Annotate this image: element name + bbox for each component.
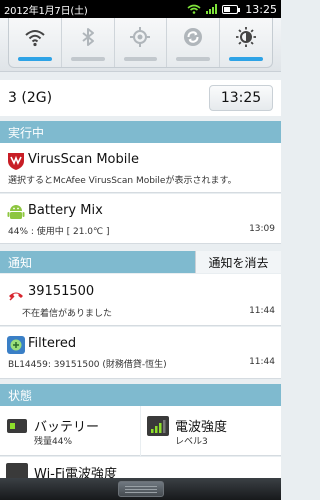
filtered-notification[interactable]: Filtered BL14459: 39151500 (財務借貸-恆生) 11:…	[0, 327, 281, 379]
brightness-toggle-indicator	[229, 57, 263, 61]
wifi-toggle-indicator	[18, 57, 52, 61]
battery-mix-description: 44% : 使用中 [ 21.0℃ ]	[8, 227, 110, 237]
network-row: 3 (2G) 13:25	[0, 80, 281, 116]
gps-toggle-indicator	[123, 57, 158, 61]
notification-panel-handle-bar	[0, 478, 281, 500]
virusscan-title: VirusScan Mobile	[28, 152, 139, 167]
ongoing-section-header: 実行中	[0, 121, 281, 143]
signal-status-tile[interactable]: 電波強度 レベル3	[141, 406, 281, 456]
battery-mix-notification[interactable]: Battery Mix 44% : 使用中 [ 21.0℃ ] 13:09	[0, 194, 281, 244]
missed-call-notification[interactable]: 39151500 不在着信がありました 11:44	[0, 274, 281, 326]
gps-toggle[interactable]	[115, 18, 168, 67]
gps-icon	[130, 27, 151, 47]
status-date: 2012年1月7日(土)	[4, 5, 88, 17]
drag-handle-grip[interactable]	[118, 481, 164, 497]
signal-strength-icon	[147, 416, 169, 436]
bluetooth-toggle-indicator	[70, 57, 105, 61]
battery-tile-level: 残量44%	[34, 437, 73, 447]
missed-call-number: 39151500	[28, 284, 95, 299]
wifi-toggle[interactable]	[9, 18, 62, 67]
signal-tile-title: 電波強度	[175, 420, 228, 435]
mcafee-shield-icon	[8, 153, 24, 170]
notifications-section-header: 通知 通知を消去	[0, 251, 281, 273]
sync-icon	[184, 28, 203, 46]
filtered-title: Filtered	[28, 336, 77, 351]
clear-notifications-button[interactable]: 通知を消去	[195, 251, 281, 273]
virusscan-description: 選択するとMcAfee VirusScan Mobileが表示されます。	[8, 176, 237, 186]
battery-mix-time: 13:09	[249, 224, 275, 234]
status-bar: 2012年1月7日(土) 13:25	[0, 0, 281, 18]
battery-status-icon	[222, 4, 241, 14]
status-time: 13:25	[245, 2, 277, 16]
signal-status-icon	[206, 4, 218, 14]
battery-status-tile[interactable]: バッテリー 残量44%	[0, 406, 140, 456]
bluetooth-icon	[82, 28, 94, 46]
sync-toggle[interactable]	[167, 18, 221, 67]
missed-call-icon	[9, 292, 23, 301]
missed-call-time: 11:44	[249, 306, 275, 316]
status-header-label: 状態	[8, 388, 33, 403]
virusscan-notification[interactable]: VirusScan Mobile 選択するとMcAfee VirusScan M…	[0, 143, 281, 193]
filtered-description: BL14459: 39151500 (財務借貸-恆生)	[8, 360, 167, 370]
missed-call-description: 不在着信がありました	[22, 309, 113, 319]
signal-tile-level: レベル3	[175, 437, 208, 447]
clock-button[interactable]: 13:25	[209, 85, 273, 111]
battery-mix-title: Battery Mix	[28, 203, 103, 218]
filtered-time: 11:44	[249, 357, 275, 367]
android-robot-icon	[7, 205, 25, 219]
battery-icon	[7, 419, 27, 433]
quick-toggle-panel	[0, 18, 281, 72]
battery-tile-title: バッテリー	[34, 420, 100, 435]
wifi-icon	[25, 30, 45, 47]
brightness-icon	[236, 27, 257, 47]
network-operator-label: 3 (2G)	[8, 90, 53, 106]
wifi-status-icon	[187, 4, 201, 14]
sync-toggle-indicator	[176, 57, 211, 61]
bluetooth-toggle[interactable]	[62, 18, 115, 67]
status-section-header: 状態	[0, 384, 281, 406]
notifications-header-label: 通知	[8, 255, 33, 270]
filter-app-icon	[7, 336, 25, 354]
ongoing-header-label: 実行中	[8, 125, 45, 140]
brightness-toggle[interactable]	[220, 18, 272, 67]
